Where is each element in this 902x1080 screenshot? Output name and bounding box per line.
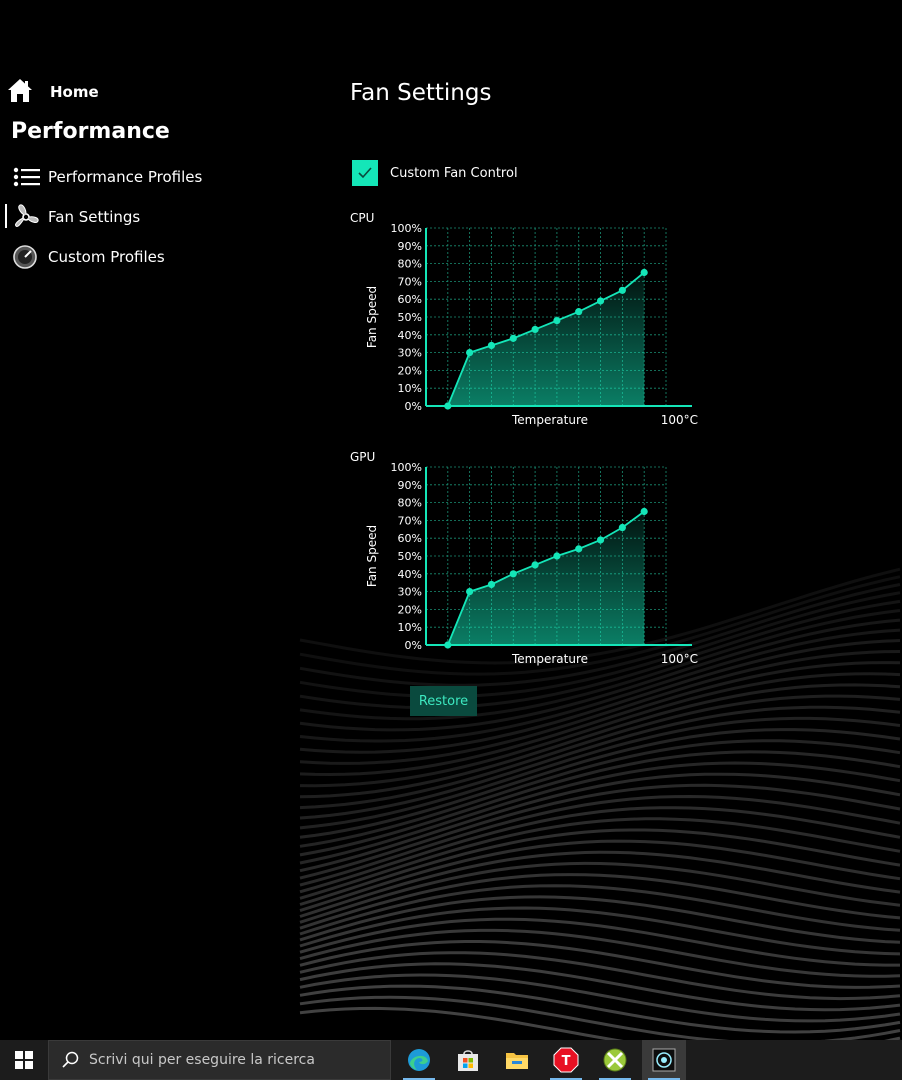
file-explorer-icon (506, 1053, 528, 1069)
fan-curve-point[interactable] (466, 349, 474, 357)
y-tick-label: 90% (398, 479, 422, 492)
y-tick-label: 10% (398, 621, 422, 634)
taskbar-app-fan-control[interactable] (642, 1040, 686, 1080)
y-tick-label: 0% (405, 400, 422, 413)
fan-curve-point[interactable] (618, 523, 626, 532)
x-axis-end-label: 100°C (661, 413, 698, 427)
search-placeholder: Scrivi qui per eseguire la ricerca (89, 1052, 315, 1068)
y-tick-label: 100% (391, 222, 422, 235)
fan-curve-point[interactable] (553, 316, 561, 325)
y-tick-label: 10% (398, 382, 422, 395)
y-axis-label: Fan Speed (365, 525, 379, 587)
y-tick-label: 20% (398, 364, 422, 377)
taskbar-app-xbox-game-bar[interactable] (593, 1040, 637, 1080)
custom-fan-control-toggle[interactable]: Custom Fan Control (352, 160, 518, 186)
y-tick-label: 50% (398, 550, 422, 563)
cpu-fan-curve-chart[interactable]: 0% 10% 20% 30% 40% 50% 60% 70% 80% 90% 100% Fan Spe… (360, 220, 700, 430)
y-tick-label: 50% (398, 311, 422, 324)
fan-curve-point[interactable] (509, 570, 517, 578)
checkmark-icon (358, 167, 372, 179)
wave-line (299, 917, 900, 967)
fan-curve-point[interactable] (444, 641, 452, 649)
fan-curve-point[interactable] (531, 561, 539, 569)
fan-curve-point[interactable] (466, 588, 474, 596)
gauge-icon (12, 244, 40, 270)
xbox-game-bar-icon (603, 1048, 627, 1072)
fan-curve-point[interactable] (596, 297, 605, 305)
fan-curve-point[interactable] (575, 545, 583, 553)
edge-icon (408, 1049, 430, 1071)
fan-curve-point[interactable] (531, 325, 539, 334)
home-icon (6, 77, 34, 107)
x-axis-end-label: 100°C (661, 652, 698, 666)
sidebar-item-label: Performance Profiles (48, 168, 203, 186)
taskbar-app-t[interactable]: T (544, 1040, 588, 1080)
windows-icon (15, 1051, 33, 1069)
sidebar-item-custom-profiles[interactable]: Custom Profiles (12, 244, 165, 270)
search-icon (62, 1051, 79, 1068)
home-label: Home (50, 83, 99, 101)
y-tick-label: 70% (398, 275, 422, 288)
y-tick-label: 30% (398, 347, 422, 360)
home-nav-button[interactable]: Home (6, 78, 99, 106)
y-tick-label: 0% (405, 639, 422, 652)
gpu-fan-curve-chart[interactable]: 0% 10% 20% 30% 40% 50% 60% 70% 80% 90% 100% Fan Spe… (360, 459, 700, 669)
restore-button[interactable]: Restore (410, 686, 477, 716)
y-tick-label: 40% (398, 329, 422, 342)
list-icon (12, 164, 40, 190)
fan-icon (12, 204, 40, 230)
custom-fan-control-label: Custom Fan Control (390, 165, 518, 181)
y-tick-label: 80% (398, 497, 422, 510)
y-tick-label: 100% (391, 461, 422, 474)
sidebar-item-label: Custom Profiles (48, 248, 165, 266)
fan-curve-point[interactable] (618, 286, 626, 294)
taskbar-app-edge[interactable] (397, 1040, 441, 1080)
fan-curve-point[interactable] (444, 402, 452, 410)
wave-line (299, 995, 901, 1040)
y-tick-label: 90% (398, 240, 422, 253)
fan-curve-point[interactable] (487, 580, 496, 589)
taskbar: Scrivi qui per eseguire la ricerca T (0, 1040, 902, 1080)
store-icon (458, 1050, 478, 1071)
fan-curve-point[interactable] (640, 507, 648, 516)
y-axis-label: Fan Speed (365, 286, 379, 348)
x-axis-label: Temperature (511, 652, 588, 666)
fan-curve-point[interactable] (553, 552, 561, 560)
y-tick-label: 20% (398, 603, 422, 616)
fan-curve-point[interactable] (640, 268, 648, 277)
y-tick-label: 80% (398, 258, 422, 271)
page-title: Fan Settings (350, 80, 492, 106)
fan-curve-point[interactable] (487, 341, 496, 350)
svg-text:T: T (562, 1054, 571, 1069)
x-axis-label: Temperature (511, 413, 588, 427)
taskbar-search-box[interactable]: Scrivi qui per eseguire la ricerca (48, 1040, 391, 1080)
taskbar-app-store[interactable] (446, 1040, 490, 1080)
sidebar-item-fan-settings[interactable]: Fan Settings (12, 204, 140, 230)
y-tick-label: 30% (398, 586, 422, 599)
fan-curve-point[interactable] (596, 536, 605, 544)
fan-control-app-icon (652, 1048, 676, 1072)
start-button[interactable] (0, 1040, 48, 1080)
y-tick-label: 60% (398, 532, 422, 545)
taskbar-app-file-explorer[interactable] (495, 1040, 539, 1080)
section-title: Performance (11, 119, 170, 144)
fan-curve-point[interactable] (509, 334, 517, 342)
custom-fan-control-checkbox[interactable] (352, 160, 378, 186)
y-tick-label: 40% (398, 568, 422, 581)
fan-curve-area (447, 272, 645, 406)
sidebar-item-performance-profiles[interactable]: Performance Profiles (12, 164, 202, 190)
fan-curve-point[interactable] (575, 308, 583, 316)
sidebar-item-label: Fan Settings (48, 208, 141, 226)
t-app-icon: T (553, 1047, 579, 1073)
y-tick-label: 70% (398, 514, 422, 527)
y-tick-label: 60% (398, 293, 422, 306)
selected-indicator (5, 204, 7, 228)
